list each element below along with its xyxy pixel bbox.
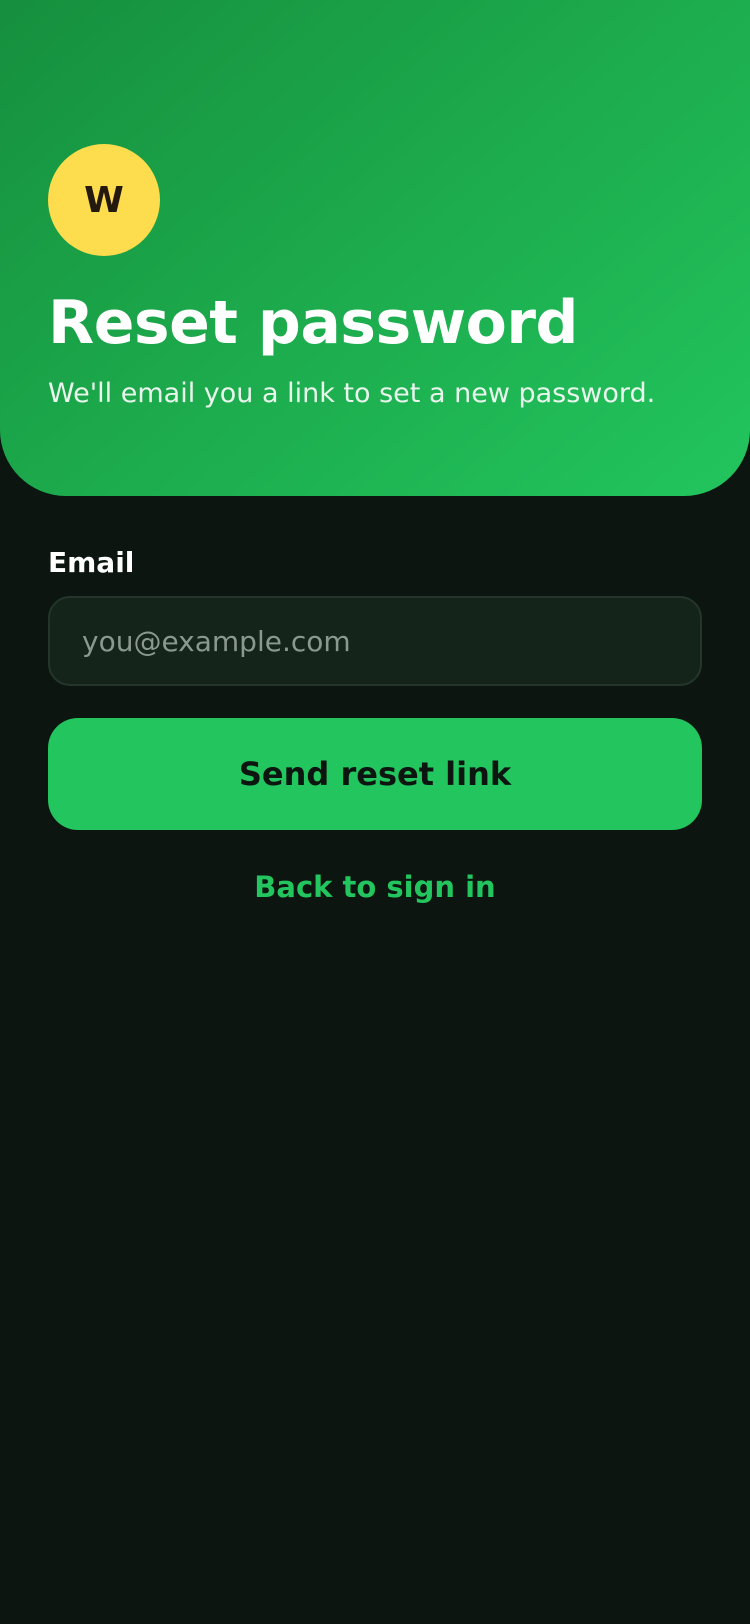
app-logo: W — [48, 144, 160, 256]
header-banner: W Reset password We'll email you a link … — [0, 0, 750, 496]
send-reset-link-button[interactable]: Send reset link — [48, 718, 702, 830]
logo-letter: W — [84, 179, 124, 221]
reset-password-screen: W Reset password We'll email you a link … — [0, 0, 750, 1624]
page-subtitle: We'll email you a link to set a new pass… — [48, 378, 656, 409]
email-label: Email — [48, 546, 135, 579]
page-title: Reset password — [48, 288, 578, 358]
email-field[interactable] — [48, 596, 702, 686]
back-to-sign-in-link[interactable]: Back to sign in — [0, 870, 750, 904]
